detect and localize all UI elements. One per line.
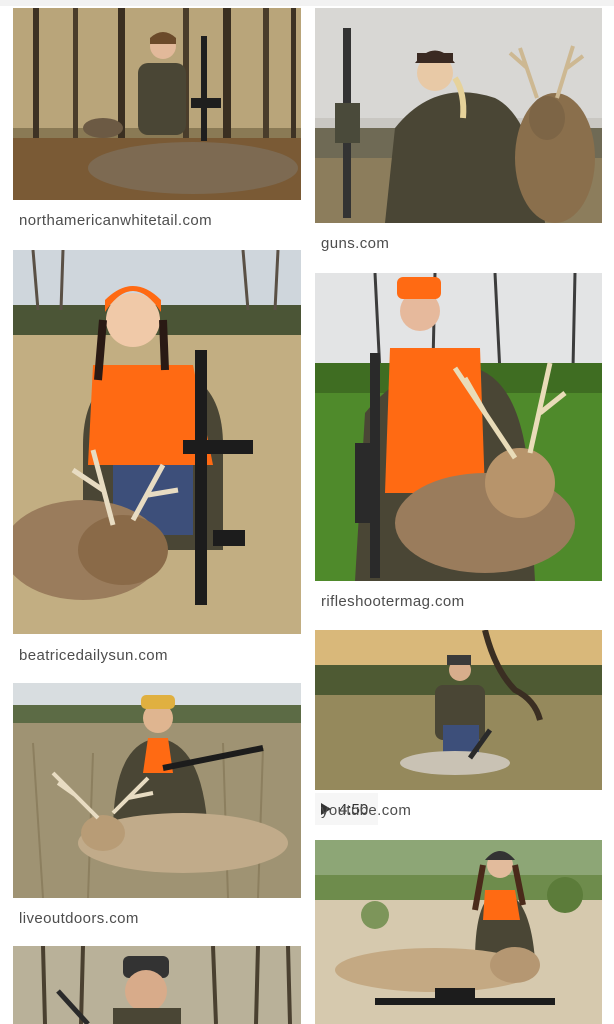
- result-card-beatricedailysun[interactable]: beatricedailysun.com: [13, 250, 301, 670]
- result-thumbnail[interactable]: [315, 8, 602, 223]
- result-card-liveoutdoors[interactable]: liveoutdoors.com: [13, 683, 301, 933]
- result-thumbnail[interactable]: [13, 683, 301, 898]
- result-source[interactable]: beatricedailysun.com: [19, 647, 168, 664]
- result-source[interactable]: rifleshootermag.com: [321, 593, 465, 610]
- result-source[interactable]: youtube.com: [321, 802, 411, 819]
- top-strip: [0, 0, 614, 6]
- result-source[interactable]: northamericanwhitetail.com: [19, 212, 212, 229]
- result-thumbnail[interactable]: [315, 273, 602, 581]
- result-thumbnail[interactable]: [13, 250, 301, 634]
- result-card-partial-left[interactable]: [13, 946, 301, 1024]
- result-source[interactable]: liveoutdoors.com: [19, 910, 139, 927]
- result-thumbnail[interactable]: [13, 8, 301, 200]
- result-card-partial-right[interactable]: [315, 840, 602, 1024]
- result-card-rifleshootermag[interactable]: rifleshootermag.com: [315, 273, 602, 615]
- result-thumbnail[interactable]: [13, 946, 301, 1024]
- image-results-grid: northamericanwhitetail.com guns.com beat…: [0, 0, 614, 1024]
- result-card-northamericanwhitetail[interactable]: northamericanwhitetail.com: [13, 8, 301, 238]
- result-card-guns[interactable]: guns.com: [315, 8, 602, 260]
- result-source[interactable]: guns.com: [321, 235, 389, 252]
- result-thumbnail[interactable]: [315, 630, 602, 790]
- result-card-youtube[interactable]: 4:50 youtube.com: [315, 630, 602, 825]
- result-thumbnail[interactable]: [315, 840, 602, 1024]
